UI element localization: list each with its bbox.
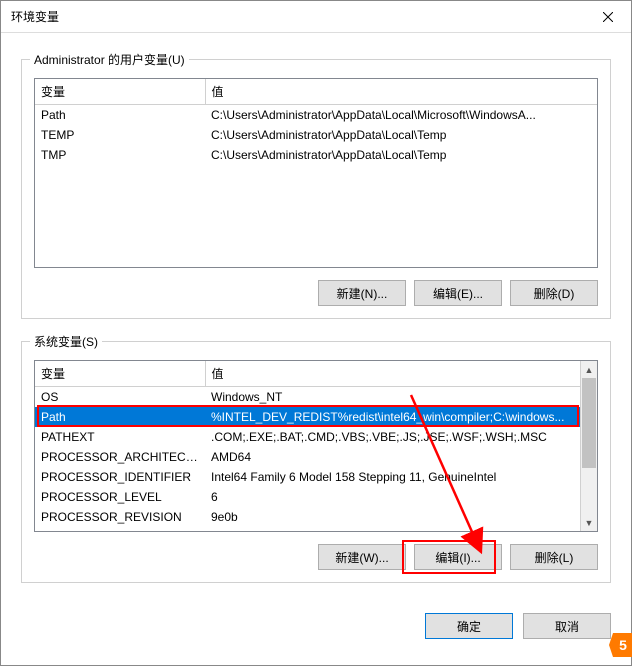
user-btn-row: 新建(N)... 编辑(E)... 删除(D) <box>34 280 598 306</box>
dialog-button-row: 确定 取消 <box>1 599 631 655</box>
dialog-title: 环境变量 <box>11 8 59 25</box>
cell-val: Intel64 Family 6 Model 158 Stepping 11, … <box>205 467 580 487</box>
watermark-icon: 5 <box>609 631 632 659</box>
table-row[interactable]: Path C:\Users\Administrator\AppData\Loca… <box>35 105 597 126</box>
cell-var: TMP <box>35 145 205 165</box>
sys-scrollbar[interactable]: ▲ ▼ <box>580 361 597 531</box>
table-row[interactable]: PROCESSOR_IDENTIFIER Intel64 Family 6 Mo… <box>35 467 580 487</box>
sys-col-val-header[interactable]: 值 <box>205 361 580 387</box>
sys-vars-table[interactable]: 变量 值 OS Windows_NT Path %INTEL_DEV_REDIS… <box>35 361 580 527</box>
table-row-selected[interactable]: Path %INTEL_DEV_REDIST%redist\intel64_wi… <box>35 407 580 427</box>
user-col-var-header[interactable]: 变量 <box>35 79 205 105</box>
sys-col-var-header[interactable]: 变量 <box>35 361 205 387</box>
cell-var: PROCESSOR_REVISION <box>35 507 205 527</box>
user-vars-label: Administrator 的用户变量(U) <box>30 51 189 68</box>
table-row[interactable]: PROCESSOR_REVISION 9e0b <box>35 507 580 527</box>
scroll-up-icon[interactable]: ▲ <box>581 361 597 378</box>
user-vars-group: Administrator 的用户变量(U) 变量 值 Path C:\User… <box>21 59 611 319</box>
table-row[interactable]: OS Windows_NT <box>35 387 580 408</box>
titlebar: 环境变量 <box>1 1 631 33</box>
sys-delete-button[interactable]: 删除(L) <box>510 544 598 570</box>
scroll-thumb[interactable] <box>582 378 596 468</box>
sys-new-button[interactable]: 新建(W)... <box>318 544 406 570</box>
cell-var: Path <box>35 105 205 126</box>
user-vars-table[interactable]: 变量 值 Path C:\Users\Administrator\AppData… <box>35 79 597 165</box>
cell-val: .COM;.EXE;.BAT;.CMD;.VBS;.VBE;.JS;.JSE;.… <box>205 427 580 447</box>
cell-var: PATHEXT <box>35 427 205 447</box>
cell-val: 6 <box>205 487 580 507</box>
sys-edit-button[interactable]: 编辑(I)... <box>414 544 502 570</box>
table-row[interactable]: PROCESSOR_ARCHITECT... AMD64 <box>35 447 580 467</box>
user-col-val-header[interactable]: 值 <box>205 79 597 105</box>
table-row[interactable]: PATHEXT .COM;.EXE;.BAT;.CMD;.VBS;.VBE;.J… <box>35 427 580 447</box>
cancel-button[interactable]: 取消 <box>523 613 611 639</box>
cell-var: PROCESSOR_ARCHITECT... <box>35 447 205 467</box>
table-row[interactable]: TMP C:\Users\Administrator\AppData\Local… <box>35 145 597 165</box>
sys-vars-group: 系统变量(S) 变量 值 OS Windows_NT <box>21 341 611 583</box>
user-delete-button[interactable]: 删除(D) <box>510 280 598 306</box>
sys-vars-table-wrap: 变量 值 OS Windows_NT Path %INTEL_DEV_REDIS… <box>34 360 598 532</box>
dialog-content: Administrator 的用户变量(U) 变量 值 Path C:\User… <box>1 33 631 599</box>
cell-val: C:\Users\Administrator\AppData\Local\Mic… <box>205 105 597 126</box>
table-row[interactable]: TEMP C:\Users\Administrator\AppData\Loca… <box>35 125 597 145</box>
cell-val: 9e0b <box>205 507 580 527</box>
cell-var: PROCESSOR_LEVEL <box>35 487 205 507</box>
user-new-button[interactable]: 新建(N)... <box>318 280 406 306</box>
user-edit-button[interactable]: 编辑(E)... <box>414 280 502 306</box>
cell-val: Windows_NT <box>205 387 580 408</box>
cell-val: C:\Users\Administrator\AppData\Local\Tem… <box>205 145 597 165</box>
close-icon <box>603 12 613 22</box>
cell-val: %INTEL_DEV_REDIST%redist\intel64_win\com… <box>205 407 580 427</box>
sys-vars-label: 系统变量(S) <box>30 333 102 350</box>
user-vars-table-wrap: 变量 值 Path C:\Users\Administrator\AppData… <box>34 78 598 268</box>
env-vars-dialog: 环境变量 Administrator 的用户变量(U) 变量 值 <box>0 0 632 666</box>
cell-var: OS <box>35 387 205 408</box>
cell-var: Path <box>35 407 205 427</box>
table-row[interactable]: PROCESSOR_LEVEL 6 <box>35 487 580 507</box>
cell-val: AMD64 <box>205 447 580 467</box>
sys-btn-row: 新建(W)... 编辑(I)... 删除(L) <box>34 544 598 570</box>
close-button[interactable] <box>585 1 631 33</box>
cell-val: C:\Users\Administrator\AppData\Local\Tem… <box>205 125 597 145</box>
scroll-down-icon[interactable]: ▼ <box>581 514 597 531</box>
cell-var: TEMP <box>35 125 205 145</box>
ok-button[interactable]: 确定 <box>425 613 513 639</box>
svg-text:5: 5 <box>619 637 627 653</box>
cell-var: PROCESSOR_IDENTIFIER <box>35 467 205 487</box>
